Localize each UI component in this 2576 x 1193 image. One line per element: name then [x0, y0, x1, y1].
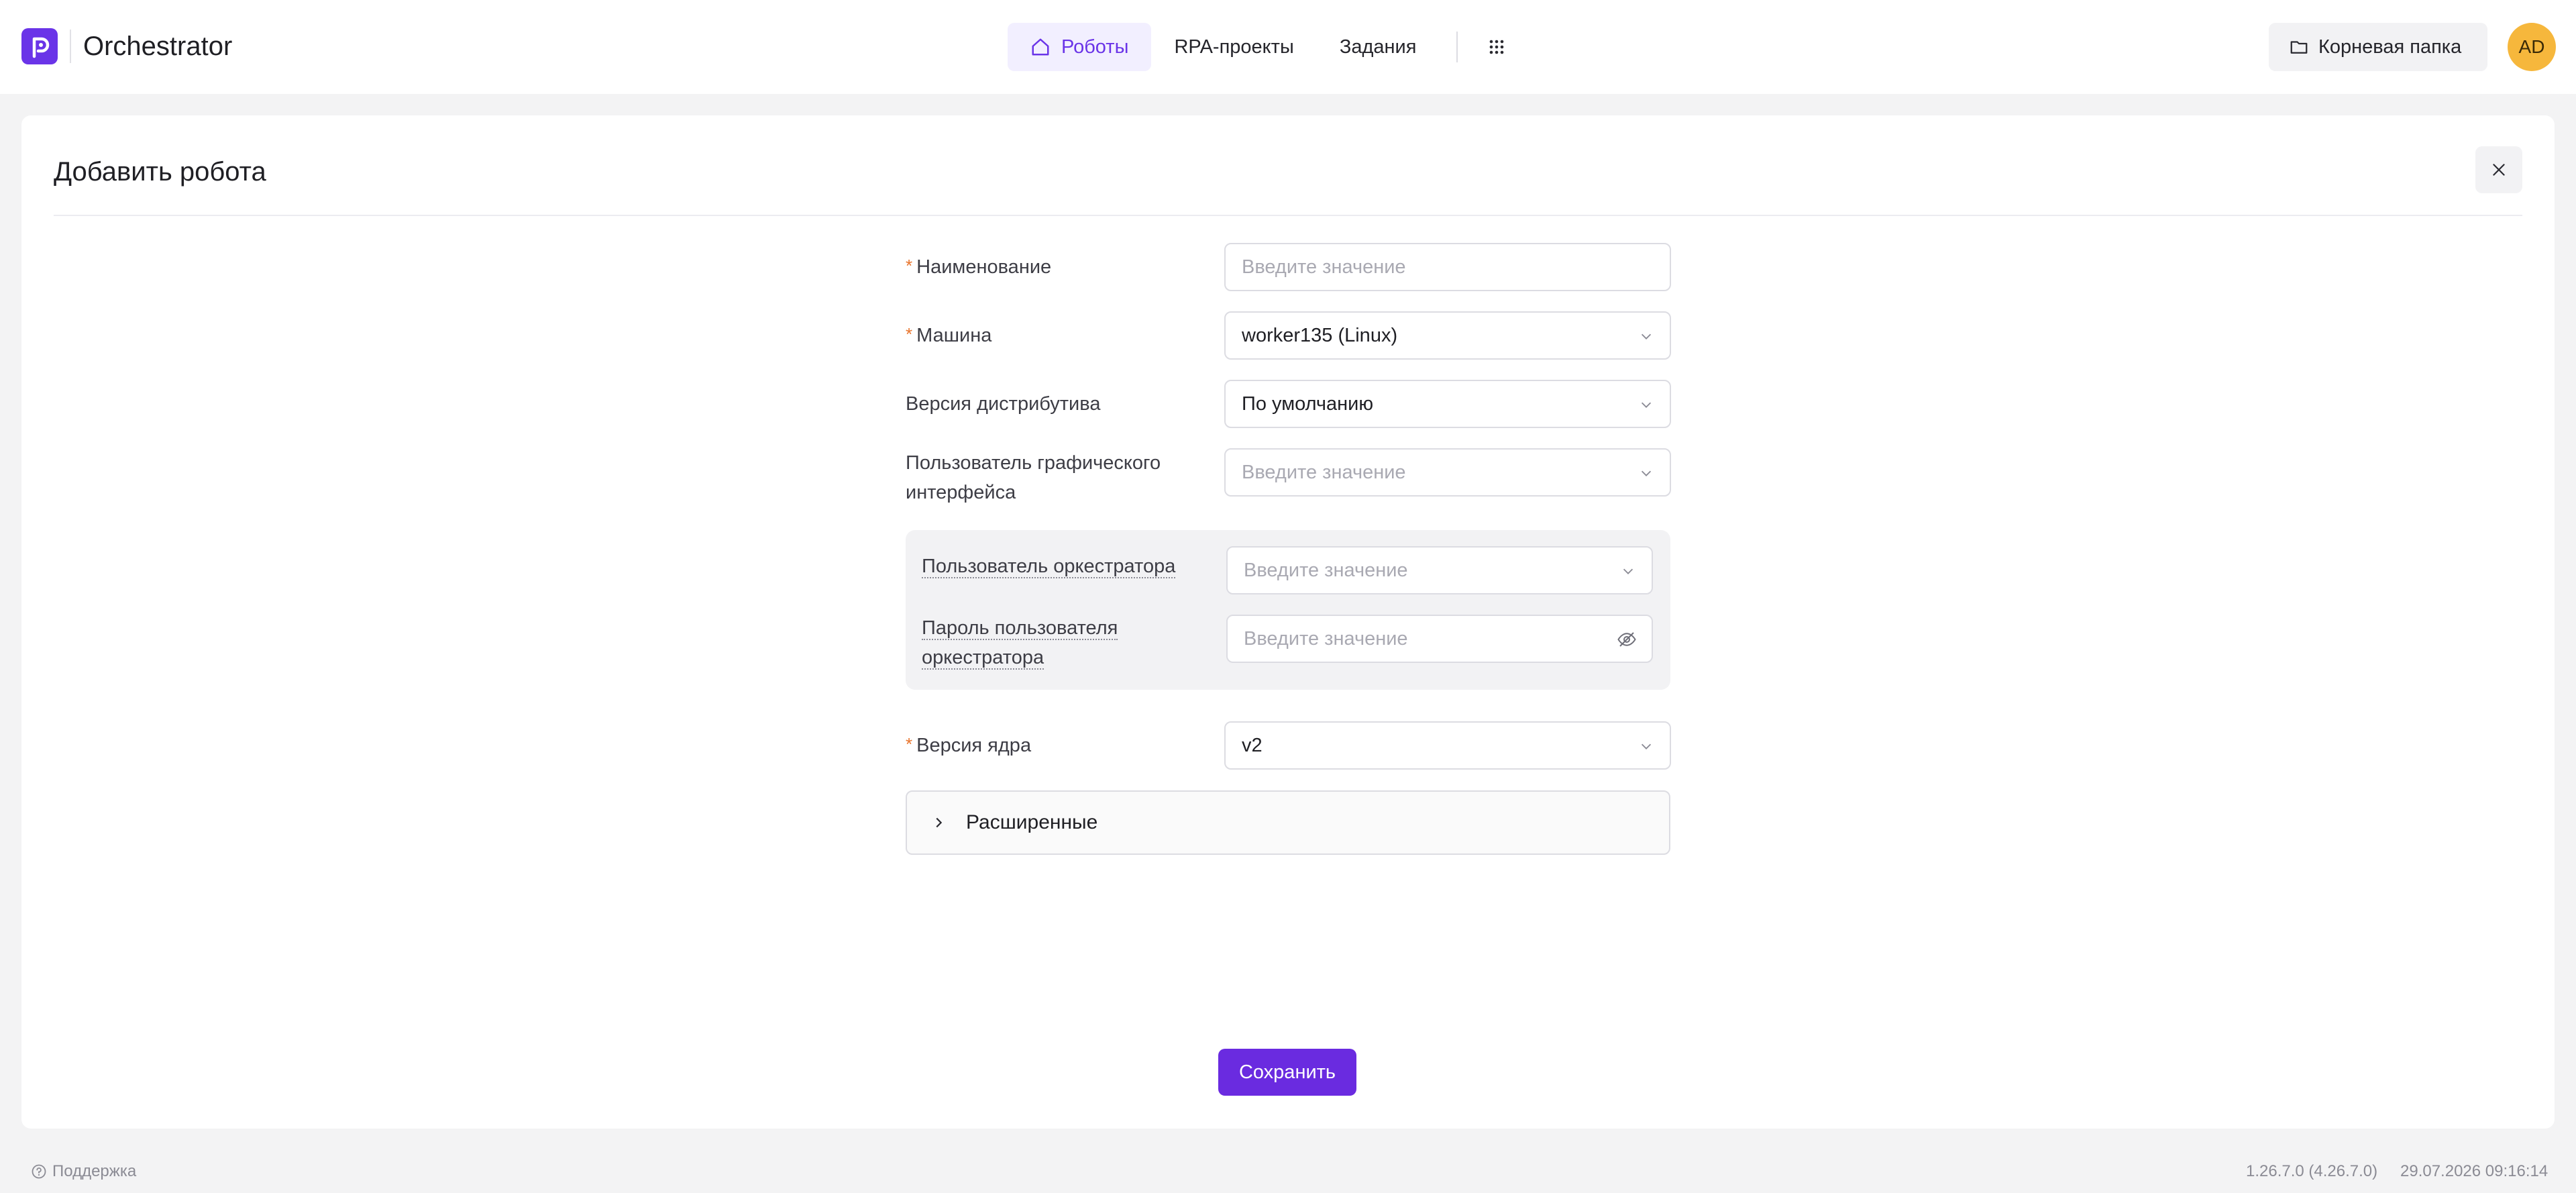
eye-off-icon[interactable] — [1617, 629, 1637, 650]
required-mark: * — [906, 256, 913, 276]
field-label-orch-user: Пользователь оркестратора — [922, 552, 1230, 581]
root-folder-label: Корневая папка — [2318, 36, 2462, 58]
nav-item-tasks[interactable]: Задания — [1317, 23, 1440, 71]
distro-version-select[interactable]: По умолчанию — [1224, 380, 1671, 428]
field-label-name: * Наименование — [906, 252, 1214, 282]
nav-item-label: Задания — [1339, 36, 1417, 58]
footer: Поддержка 1.26.7.0 (4.26.7.0) 29.07.2026… — [0, 1153, 2576, 1193]
form-row-machine: * Машина worker135 (Linux) — [906, 311, 1671, 360]
grid-icon — [1490, 40, 1504, 54]
root-folder-button[interactable]: Корневая папка — [2269, 23, 2487, 71]
app-title: Orchestrator — [83, 32, 233, 61]
top-header: Orchestrator Роботы RPA-проекты Задания — [0, 0, 2576, 94]
chevron-right-icon — [936, 817, 943, 828]
gui-user-placeholder: Введите значение — [1242, 461, 1406, 483]
field-label-distro-version: Версия дистрибутива — [906, 393, 1101, 415]
form-row-gui-user: Пользователь графического интерфейса Вве… — [906, 448, 1671, 503]
chevron-down-icon — [1641, 402, 1652, 408]
label-text: Версия ядра — [916, 735, 1032, 756]
orch-user-placeholder: Введите значение — [1244, 559, 1408, 581]
current-datetime: 29.07.2026 09:16:14 — [2400, 1162, 2548, 1180]
help-icon — [32, 1164, 46, 1179]
field-label-gui-user: Пользователь графического интерфейса — [906, 452, 1161, 503]
form-row-name: * Наименование Введите значение — [906, 243, 1671, 291]
close-icon — [2493, 164, 2505, 176]
logo-icon — [32, 37, 50, 58]
nav-separator — [1456, 32, 1458, 62]
chevron-down-icon — [1641, 743, 1652, 749]
home-icon — [1032, 38, 1049, 56]
required-mark: * — [906, 324, 913, 344]
orchestrator-credentials-group: Пользователь оркестратора Введите значен… — [906, 530, 1670, 690]
support-label: Поддержка — [52, 1162, 137, 1180]
nav-item-label: Роботы — [1061, 36, 1129, 58]
form-row-kernel-version: * Версия ядра v2 — [906, 721, 1671, 770]
app-logo[interactable] — [21, 28, 58, 64]
orch-password-input[interactable]: Введите значение — [1226, 615, 1653, 663]
folder-icon — [2290, 41, 2308, 54]
support-link[interactable]: Поддержка — [31, 1162, 136, 1181]
user-avatar[interactable]: AD — [2508, 23, 2556, 71]
field-label-kernel-version: * Версия ядра — [906, 731, 1214, 760]
chevron-down-icon — [1641, 333, 1652, 340]
close-button[interactable] — [2475, 146, 2522, 193]
label-text: Пользователь оркестратора — [922, 556, 1176, 578]
nav-item-label: RPA-проекты — [1174, 36, 1294, 58]
gui-user-select[interactable]: Введите значение — [1224, 448, 1671, 497]
chevron-down-icon — [1641, 470, 1652, 476]
apps-menu-button[interactable] — [1472, 23, 1521, 71]
page-title: Добавить робота — [54, 157, 266, 187]
kernel-version-select[interactable]: v2 — [1224, 721, 1671, 770]
save-button[interactable]: Сохранить — [1218, 1049, 1356, 1096]
distro-version-value: По умолчанию — [1242, 393, 1374, 415]
name-placeholder: Введите значение — [1242, 256, 1406, 278]
orch-user-select[interactable]: Введите значение — [1226, 546, 1653, 594]
app-version: 1.26.7.0 (4.26.7.0) — [2246, 1162, 2378, 1180]
label-text: Наименование — [916, 256, 1052, 278]
title-divider — [54, 215, 2522, 216]
kernel-version-value: v2 — [1242, 734, 1263, 756]
advanced-section-toggle[interactable]: Расширенные — [906, 790, 1670, 855]
nav-item-robots[interactable]: Роботы — [1008, 23, 1152, 71]
advanced-label: Расширенные — [966, 811, 1098, 833]
chevron-down-icon — [1623, 568, 1633, 574]
form-row-distro-version: Версия дистрибутива По умолчанию — [906, 380, 1671, 428]
machine-select[interactable]: worker135 (Linux) — [1224, 311, 1671, 360]
name-input[interactable]: Введите значение — [1224, 243, 1671, 291]
label-text: Пароль пользователя оркестратора — [922, 617, 1118, 670]
field-label-orch-password: Пароль пользователя оркестратора — [922, 613, 1143, 672]
field-label-machine: * Машина — [906, 321, 1214, 350]
required-mark: * — [906, 734, 913, 754]
main-nav: Роботы RPA-проекты Задания — [1008, 23, 1521, 71]
nav-item-rpa-projects[interactable]: RPA-проекты — [1151, 23, 1316, 71]
machine-value: worker135 (Linux) — [1242, 324, 1398, 346]
orch-password-placeholder: Введите значение — [1244, 627, 1408, 650]
logo-divider — [70, 30, 71, 63]
label-text: Машина — [916, 325, 992, 346]
